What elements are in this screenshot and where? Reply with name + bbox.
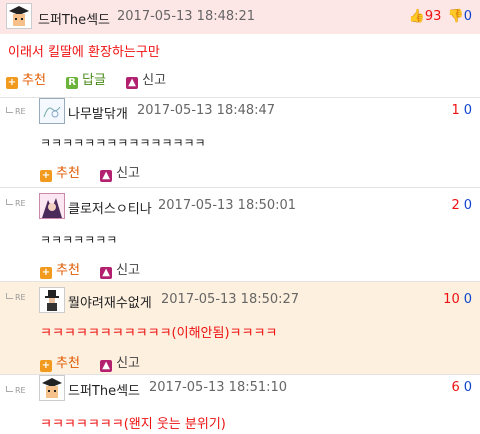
comment-date: 2017-05-13 18:51:10 bbox=[149, 380, 288, 395]
vote-counts: 👍93 👎0 bbox=[409, 9, 472, 24]
plus-icon: + bbox=[6, 77, 18, 89]
author-nickname[interactable]: 뭘야려재수없게 bbox=[68, 292, 152, 311]
character-avatar-icon bbox=[40, 194, 64, 218]
vote-counts: 60 bbox=[451, 380, 472, 395]
vote-counts: 10 bbox=[451, 103, 472, 118]
siren-icon: ▲ bbox=[100, 170, 113, 182]
author-nickname[interactable]: 드퍼The섹드 bbox=[38, 9, 110, 28]
downvote-count[interactable]: 0 bbox=[464, 103, 472, 118]
reply-button[interactable]: R 답글 bbox=[66, 69, 106, 89]
downvote-count: 0 bbox=[463, 9, 472, 24]
report-button[interactable]: ▲ 신고 bbox=[126, 69, 166, 89]
author-nickname[interactable]: 클로저스ㅇ티나 bbox=[68, 198, 152, 217]
comment-date: 2017-05-13 18:50:01 bbox=[158, 198, 297, 213]
thumbs-down-icon[interactable]: 👎 bbox=[448, 9, 464, 24]
upvote-count[interactable]: 2 bbox=[451, 198, 459, 213]
comment-header: 드퍼The섹드 2017-05-13 18:48:21 👍93 👎0 bbox=[0, 0, 480, 34]
comment-actions: + 추천 ▲ 신고 bbox=[40, 352, 156, 372]
reply-marker: RE bbox=[6, 199, 26, 208]
comment-text: ㅋㅋㅋㅋㅋㅋㅋㅋㅋㅋㅋㅋㅋㅋㅋ bbox=[40, 136, 206, 150]
graduate-avatar-icon bbox=[7, 4, 31, 28]
downvote-count[interactable]: 0 bbox=[464, 198, 472, 213]
comment-text: ㅋㅋㅋㅋㅋㅋㅋ(왠지 웃는 분위기) bbox=[40, 417, 226, 432]
sketch-avatar-icon bbox=[40, 99, 64, 123]
comment-date: 2017-05-13 18:50:27 bbox=[161, 292, 300, 307]
thumbs-up-icon[interactable]: 👍 bbox=[409, 9, 425, 24]
comment-item: RE 나무발닦개 2017-05-13 18:48:47 10 ㅋㅋㅋㅋㅋㅋㅋㅋ… bbox=[0, 97, 480, 187]
reply-arrow-icon bbox=[6, 293, 13, 299]
report-button[interactable]: ▲ 신고 bbox=[100, 259, 140, 279]
avatar[interactable] bbox=[6, 3, 32, 29]
comment-actions: + 추천 ▲ 신고 bbox=[40, 259, 156, 279]
comment-date: 2017-05-13 18:48:47 bbox=[137, 103, 276, 118]
report-button[interactable]: ▲ 신고 bbox=[100, 162, 140, 182]
author-nickname[interactable]: 드퍼The섹드 bbox=[68, 380, 140, 399]
comment-text: ㅋㅋㅋㅋㅋㅋㅋㅋㅋㅋㅋ(이해안됨)ㅋㅋㅋㅋ bbox=[40, 326, 278, 341]
comment-actions: + 추천 ▲ 신고 bbox=[40, 162, 156, 182]
downvote-count[interactable]: 0 bbox=[464, 292, 472, 307]
reply-marker: RE bbox=[6, 293, 26, 302]
graduate-avatar-icon bbox=[40, 376, 64, 400]
comment-item: RE 뭘야려재수없게 2017-05-13 18:50:27 10 0 ㅋㅋㅋㅋㅋ… bbox=[0, 281, 480, 374]
reply-arrow-icon bbox=[6, 199, 13, 205]
avatar[interactable] bbox=[39, 287, 65, 313]
upvote-count: 93 bbox=[424, 9, 442, 24]
author-nickname[interactable]: 나무발닦개 bbox=[68, 103, 128, 122]
comment-date: 2017-05-13 18:48:21 bbox=[117, 9, 256, 24]
plus-icon: + bbox=[40, 360, 52, 372]
report-button[interactable]: ▲ 신고 bbox=[100, 352, 140, 372]
upvote-count[interactable]: 6 bbox=[451, 380, 459, 395]
comment-item: 드퍼The섹드 2017-05-13 18:48:21 👍93 👎0 이래서 킬… bbox=[0, 0, 480, 97]
siren-icon: ▲ bbox=[126, 77, 139, 89]
downvote-count[interactable]: 0 bbox=[464, 380, 472, 395]
reply-arrow-icon bbox=[6, 107, 13, 113]
vote-counts: 20 bbox=[451, 198, 472, 213]
recommend-button[interactable]: + 추천 bbox=[40, 162, 80, 182]
comment-item: RE 드퍼The섹드 2017-05-13 18:51:10 60 ㅋㅋㅋㅋㅋㅋ… bbox=[0, 374, 480, 434]
reply-marker: RE bbox=[6, 386, 26, 395]
avatar[interactable] bbox=[39, 98, 65, 124]
recommend-button[interactable]: + 추천 bbox=[40, 259, 80, 279]
recommend-button[interactable]: + 추천 bbox=[40, 352, 80, 372]
comment-text: 이래서 킬딸에 환장하는구만 bbox=[8, 45, 160, 60]
siren-icon: ▲ bbox=[100, 360, 113, 372]
reply-marker: RE bbox=[6, 107, 26, 116]
comment-item: RE 클로저스ㅇ티나 2017-05-13 18:50:01 20 ㅋㅋㅋㅋㅋㅋ… bbox=[0, 187, 480, 281]
upvote-count[interactable]: 1 bbox=[451, 103, 459, 118]
reply-arrow-icon bbox=[6, 386, 13, 392]
recommend-button[interactable]: + 추천 bbox=[6, 69, 46, 89]
plus-icon: + bbox=[40, 170, 52, 182]
upvote-count[interactable]: 10 bbox=[443, 292, 460, 307]
hat-man-avatar-icon bbox=[40, 288, 64, 312]
avatar[interactable] bbox=[39, 375, 65, 401]
plus-icon: + bbox=[40, 267, 52, 279]
comment-text: ㅋㅋㅋㅋㅋㅋㅋ bbox=[40, 233, 118, 247]
comment-actions: + 추천 R 답글 ▲ 신고 bbox=[6, 69, 182, 89]
reply-icon: R bbox=[66, 77, 79, 89]
avatar[interactable] bbox=[39, 193, 65, 219]
vote-counts: 10 0 bbox=[443, 292, 472, 307]
siren-icon: ▲ bbox=[100, 267, 113, 279]
